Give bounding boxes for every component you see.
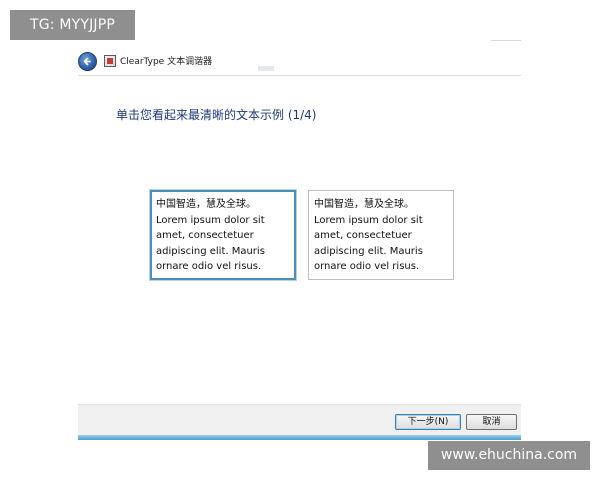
sample-line: amet, consectetuer: [156, 230, 254, 241]
sample-line: 中国智造，慧及全球。: [314, 199, 414, 210]
sample-line: ornare odio vel risus.: [156, 261, 262, 272]
text-sample-1[interactable]: 中国智造，慧及全球。 Lorem ipsum dolor sit amet, c…: [150, 190, 296, 280]
sample-line: adipiscing elit. Mauris: [314, 245, 423, 257]
next-button[interactable]: 下一步(N): [395, 414, 461, 430]
watermark-top-left: TG: MYYJJPP: [10, 10, 135, 40]
page-heading: 单击您看起来最清晰的文本示例 (1/4): [116, 108, 317, 122]
cleartype-app-icon: [104, 55, 116, 67]
sample-line: 中国智造，慧及全球。: [156, 199, 256, 210]
bottom-accent-bar: [78, 435, 521, 440]
title-bar-ghost-mark: [258, 66, 274, 71]
sample-line: adipiscing elit. Mauris: [156, 245, 265, 257]
top-right-stroke: [491, 40, 521, 41]
sample-line: Lorem ipsum dolor sit: [156, 214, 265, 226]
text-sample-2[interactable]: 中国智造，慧及全球。 Lorem ipsum dolor sit amet, c…: [308, 190, 454, 280]
title-bar: ClearType 文本调谐器: [78, 48, 521, 76]
sample-line: Lorem ipsum dolor sit: [314, 214, 423, 226]
cancel-button[interactable]: 取消: [466, 414, 517, 430]
cleartype-window: ClearType 文本调谐器 单击您看起来最清晰的文本示例 (1/4) 中国智…: [78, 48, 521, 440]
window-title: ClearType 文本调谐器: [120, 57, 213, 67]
sample-line: ornare odio vel risus.: [314, 261, 420, 272]
sample-line: amet, consectetuer: [314, 230, 412, 241]
watermark-bottom-right: www.ehuchina.com: [428, 441, 590, 470]
screenshot-page: TG: MYYJJPP ClearType 文本调谐器 单击您看起来最清晰的文本…: [0, 0, 600, 480]
title-divider: [78, 75, 521, 76]
back-button[interactable]: [78, 52, 97, 71]
